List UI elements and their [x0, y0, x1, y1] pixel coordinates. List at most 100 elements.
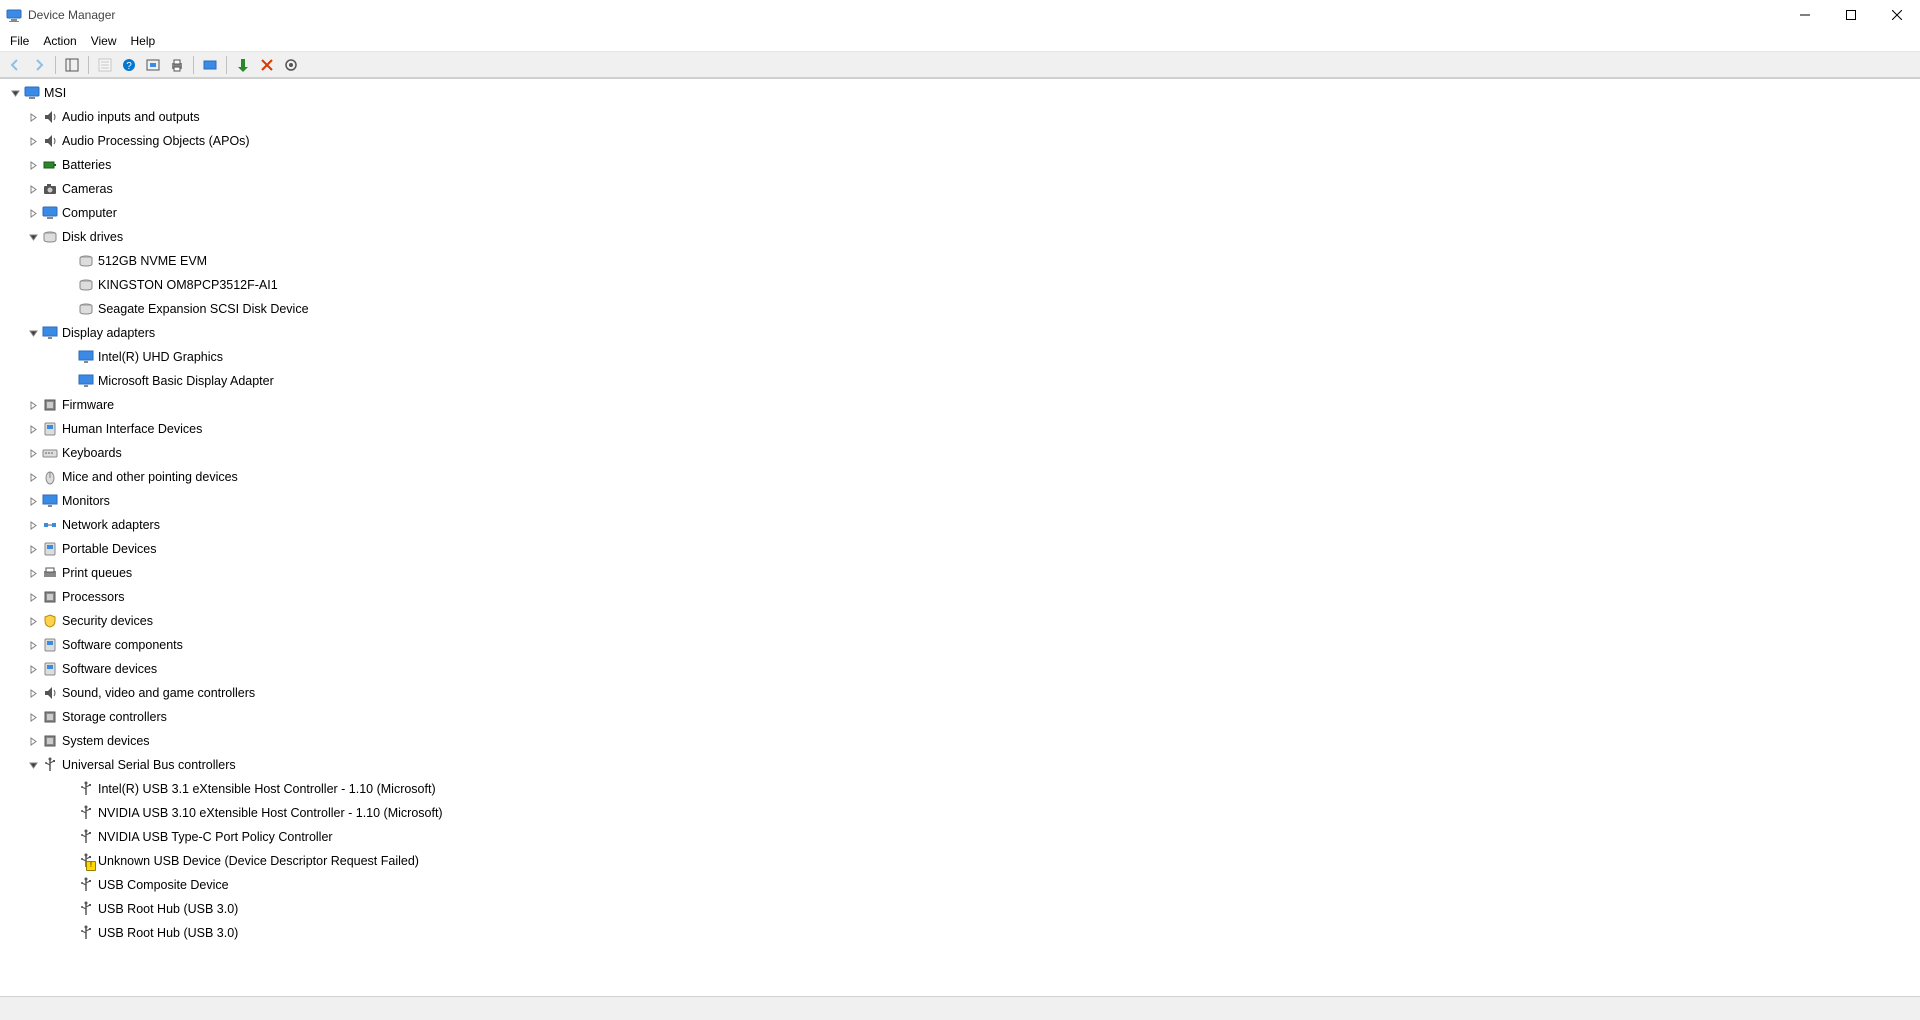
tree-node[interactable]: Keyboards [4, 441, 1916, 465]
toolbar-showhide-button[interactable] [61, 54, 83, 76]
tree-node[interactable]: Intel(R) USB 3.1 eXtensible Host Control… [4, 777, 1916, 801]
tree-node[interactable]: Computer [4, 201, 1916, 225]
tree-node[interactable]: Processors [4, 585, 1916, 609]
chevron-right-icon[interactable] [26, 182, 40, 196]
tree-node-label: Print queues [62, 564, 136, 582]
chevron-right-icon[interactable] [26, 542, 40, 556]
chevron-right-icon[interactable] [26, 590, 40, 604]
tree-node[interactable]: USB Root Hub (USB 3.0) [4, 921, 1916, 945]
maximize-button[interactable] [1828, 0, 1874, 30]
chevron-down-icon[interactable] [26, 230, 40, 244]
chevron-right-icon[interactable] [26, 734, 40, 748]
tree-node[interactable]: Audio Processing Objects (APOs) [4, 129, 1916, 153]
toolbar-forward-button[interactable] [28, 54, 50, 76]
toolbar-print-button[interactable] [166, 54, 188, 76]
tree-node-label: Processors [62, 588, 129, 606]
menu-action[interactable]: Action [37, 32, 82, 50]
tree-node[interactable]: 512GB NVME EVM [4, 249, 1916, 273]
titlebar: Device Manager [0, 0, 1920, 30]
tree-node[interactable]: USB Composite Device [4, 873, 1916, 897]
tree-node[interactable]: Mice and other pointing devices [4, 465, 1916, 489]
tree-node[interactable]: NVIDIA USB 3.10 eXtensible Host Controll… [4, 801, 1916, 825]
tree-root-node[interactable]: MSI [4, 81, 1916, 105]
chevron-right-icon[interactable] [26, 470, 40, 484]
menu-file[interactable]: File [4, 32, 35, 50]
menu-view[interactable]: View [85, 32, 123, 50]
tree-node[interactable]: Unknown USB Device (Device Descriptor Re… [4, 849, 1916, 873]
tree-node[interactable]: Disk drives [4, 225, 1916, 249]
toolbar-separator [88, 56, 89, 74]
storage-icon [42, 709, 58, 725]
tree-node[interactable]: Network adapters [4, 513, 1916, 537]
tree-node[interactable]: USB Root Hub (USB 3.0) [4, 897, 1916, 921]
toolbar-enable-button[interactable] [199, 54, 221, 76]
chevron-right-icon[interactable] [26, 518, 40, 532]
chevron-right-icon[interactable] [26, 110, 40, 124]
tree-node[interactable]: Storage controllers [4, 705, 1916, 729]
tree-node[interactable]: Security devices [4, 609, 1916, 633]
tree-node[interactable]: Intel(R) UHD Graphics [4, 345, 1916, 369]
chevron-right-icon [62, 782, 76, 796]
tree-node-label: NVIDIA USB 3.10 eXtensible Host Controll… [98, 804, 447, 822]
tree-node-label: Cameras [62, 180, 117, 198]
tree-node-label: Keyboards [62, 444, 126, 462]
software-icon [42, 661, 58, 677]
tree-node[interactable]: Firmware [4, 393, 1916, 417]
disk-icon [78, 301, 94, 317]
chevron-right-icon[interactable] [26, 446, 40, 460]
usb-icon [42, 757, 58, 773]
tree-node[interactable]: Seagate Expansion SCSI Disk Device [4, 297, 1916, 321]
device-tree[interactable]: MSIAudio inputs and outputsAudio Process… [0, 78, 1920, 996]
tree-node[interactable]: Software devices [4, 657, 1916, 681]
tree-node[interactable]: Microsoft Basic Display Adapter [4, 369, 1916, 393]
toolbar-properties-button[interactable] [94, 54, 116, 76]
tree-node-label: Software devices [62, 660, 161, 678]
tree-node[interactable]: Display adapters [4, 321, 1916, 345]
chevron-right-icon[interactable] [26, 422, 40, 436]
toolbar-back-button[interactable] [4, 54, 26, 76]
tree-node[interactable]: NVIDIA USB Type-C Port Policy Controller [4, 825, 1916, 849]
tree-node[interactable]: Human Interface Devices [4, 417, 1916, 441]
tree-node[interactable]: Monitors [4, 489, 1916, 513]
chevron-right-icon[interactable] [26, 398, 40, 412]
toolbar-scan-button[interactable] [280, 54, 302, 76]
computer-icon [42, 205, 58, 221]
chevron-right-icon[interactable] [26, 686, 40, 700]
chevron-right-icon[interactable] [26, 662, 40, 676]
chevron-right-icon[interactable] [26, 158, 40, 172]
tree-node[interactable]: Universal Serial Bus controllers [4, 753, 1916, 777]
chevron-right-icon[interactable] [26, 134, 40, 148]
tree-node[interactable]: KINGSTON OM8PCP3512F-AI1 [4, 273, 1916, 297]
close-button[interactable] [1874, 0, 1920, 30]
chevron-right-icon[interactable] [26, 710, 40, 724]
chevron-right-icon[interactable] [26, 206, 40, 220]
tree-node[interactable]: Batteries [4, 153, 1916, 177]
chevron-right-icon[interactable] [26, 638, 40, 652]
chevron-down-icon[interactable] [26, 326, 40, 340]
hid-icon [42, 421, 58, 437]
tree-node[interactable]: Software components [4, 633, 1916, 657]
tree-node-label: Firmware [62, 396, 118, 414]
tree-node[interactable]: System devices [4, 729, 1916, 753]
tree-node[interactable]: Sound, video and game controllers [4, 681, 1916, 705]
toolbar-uninstall-button[interactable] [256, 54, 278, 76]
chevron-down-icon[interactable] [8, 86, 22, 100]
display-icon [78, 373, 94, 389]
menu-help[interactable]: Help [125, 32, 162, 50]
minimize-button[interactable] [1782, 0, 1828, 30]
tree-node-label: System devices [62, 732, 154, 750]
toolbar-help-button[interactable]: ? [118, 54, 140, 76]
tree-node[interactable]: Portable Devices [4, 537, 1916, 561]
chevron-right-icon[interactable] [26, 566, 40, 580]
chevron-right-icon [62, 926, 76, 940]
tree-node-label: 512GB NVME EVM [98, 252, 211, 270]
chevron-down-icon[interactable] [26, 758, 40, 772]
tree-node[interactable]: Print queues [4, 561, 1916, 585]
toolbar-refresh-button[interactable] [142, 54, 164, 76]
chevron-right-icon[interactable] [26, 614, 40, 628]
tree-node[interactable]: Audio inputs and outputs [4, 105, 1916, 129]
tree-node[interactable]: Cameras [4, 177, 1916, 201]
chevron-right-icon[interactable] [26, 494, 40, 508]
tree-node-label: NVIDIA USB Type-C Port Policy Controller [98, 828, 337, 846]
toolbar-update-button[interactable] [232, 54, 254, 76]
